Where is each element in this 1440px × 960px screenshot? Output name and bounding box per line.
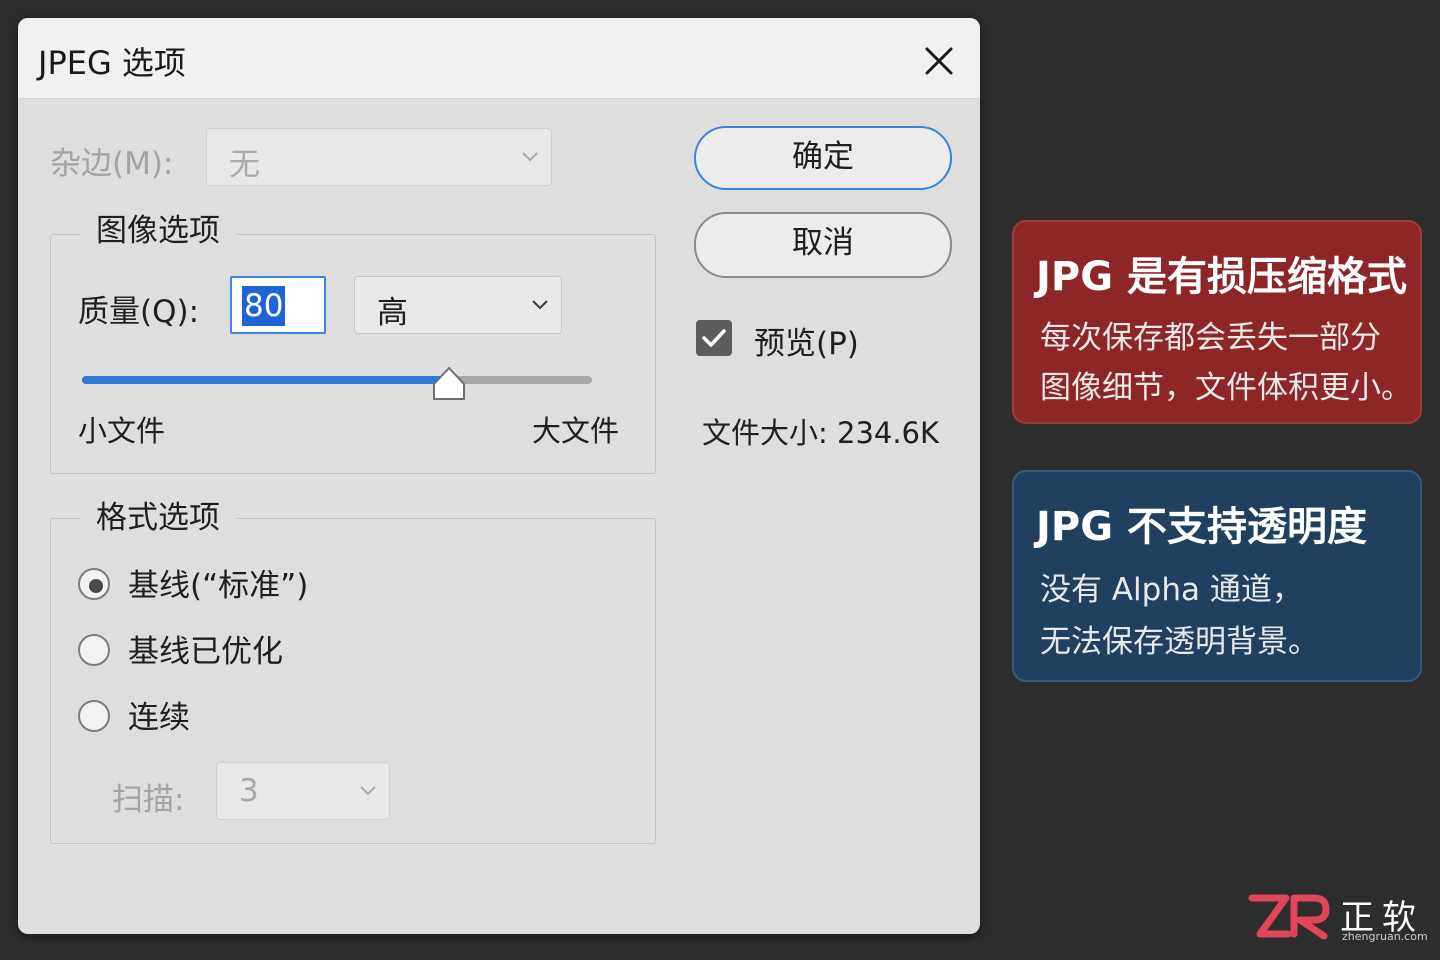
zhengruan-logo: 正软 zhengruan.com (1248, 890, 1428, 946)
slider-thumb-icon (433, 367, 466, 400)
format-options-legend: 格式选项 (80, 498, 236, 538)
radio-circle (78, 568, 110, 600)
large-file-label: 大文件 (532, 414, 620, 448)
image-options-legend: 图像选项 (80, 211, 236, 251)
radio-selected-dot (89, 579, 103, 593)
jpeg-options-dialog: JPEG 选项 杂边(M): 无 图像选项 质量(Q): 80 高 小文件 大文… (18, 18, 980, 934)
quality-preset-value: 高 (377, 295, 408, 331)
chevron-down-icon (532, 300, 548, 310)
file-size-readout: 文件大小: 234.6K (702, 416, 940, 450)
zr-logo-icon (1248, 894, 1330, 940)
cancel-button[interactable]: 取消 (694, 212, 952, 278)
radio-circle (78, 700, 110, 732)
quality-slider-track[interactable] (82, 376, 592, 384)
scan-select[interactable]: 3 (216, 762, 390, 820)
matte-value: 无 (229, 147, 260, 183)
transparency-callout-title: JPG 不支持透明度 (1036, 504, 1367, 550)
small-file-label: 小文件 (78, 414, 166, 448)
radio-label: 基线已优化 (128, 634, 283, 670)
chevron-down-icon (360, 786, 376, 796)
radio-circle (78, 634, 110, 666)
transparency-callout: JPG 不支持透明度 没有 Alpha 通道， 无法保存透明背景。 (1012, 470, 1422, 682)
lossy-callout-line: 图像细节，文件体积更小。 (1040, 370, 1412, 406)
quality-slider-fill (82, 376, 450, 384)
close-button[interactable] (918, 40, 960, 82)
quality-label: 质量(Q): (78, 294, 200, 330)
transparency-callout-line: 没有 Alpha 通道， (1040, 572, 1303, 608)
logo-site: zhengruan.com (1342, 930, 1428, 943)
transparency-callout-line: 无法保存透明背景。 (1040, 624, 1319, 660)
radio-label: 基线(“标准”) (128, 568, 309, 604)
checkmark-icon (696, 320, 732, 356)
matte-select[interactable]: 无 (206, 128, 552, 186)
scan-label: 扫描: (112, 782, 185, 818)
scan-value: 3 (239, 773, 259, 809)
close-icon (925, 47, 953, 75)
lossy-callout-line: 每次保存都会丢失一部分 (1040, 320, 1381, 356)
ok-button[interactable]: 确定 (694, 126, 952, 190)
quality-input[interactable]: 80 (230, 276, 326, 334)
preview-label: 预览(P) (754, 326, 859, 362)
title-bar: JPEG 选项 (18, 18, 980, 99)
quality-preset-select[interactable]: 高 (354, 276, 562, 334)
chevron-down-icon (522, 152, 538, 162)
dialog-title: JPEG 选项 (38, 44, 186, 82)
radio-label: 连续 (128, 700, 190, 736)
lossy-callout-title: JPG 是有损压缩格式 (1036, 254, 1407, 300)
lossy-callout: JPG 是有损压缩格式 每次保存都会丢失一部分 图像细节，文件体积更小。 (1012, 220, 1422, 424)
preview-checkbox[interactable] (696, 320, 732, 356)
quality-value: 80 (242, 286, 286, 326)
matte-label: 杂边(M): (50, 146, 174, 182)
quality-slider-thumb[interactable] (431, 366, 467, 402)
